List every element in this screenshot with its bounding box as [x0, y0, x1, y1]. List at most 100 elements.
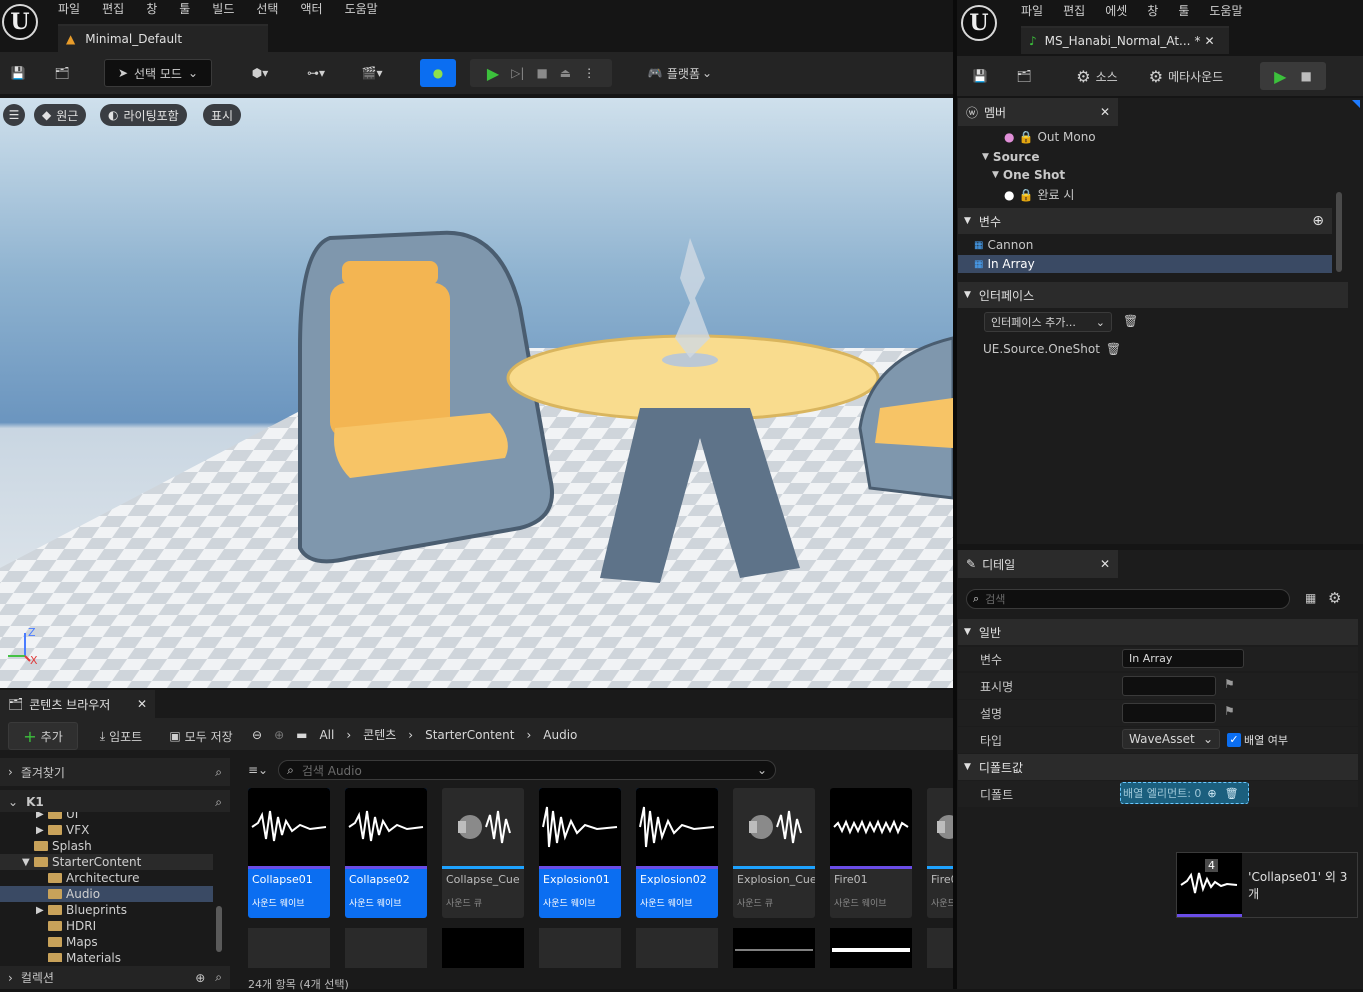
eject-icon[interactable]: ⏏: [560, 66, 571, 80]
search-icon[interactable]: ⌕: [215, 795, 222, 810]
menu-window[interactable]: 창: [1147, 2, 1158, 19]
breadcrumb-content[interactable]: 콘텐츠: [363, 726, 396, 743]
general-section-header[interactable]: ▼ 일반: [958, 619, 1358, 645]
breadcrumb-all[interactable]: All: [319, 728, 334, 742]
trash-icon[interactable]: 🗑: [1106, 342, 1121, 356]
menu-asset[interactable]: 에셋: [1105, 2, 1127, 19]
unreal-logo[interactable]: U: [961, 5, 997, 41]
folder-tree-item[interactable]: Splash: [0, 838, 213, 854]
add-element-icon[interactable]: ⊕: [1207, 787, 1216, 800]
history-forward-icon[interactable]: ⊕: [274, 728, 284, 742]
out-mono-row[interactable]: ● 🔒 Out Mono: [1004, 130, 1096, 144]
collections-header[interactable]: › 컬렉션 ⊕ ⌕: [0, 966, 230, 989]
variable-item-cannon[interactable]: ▦ Cannon: [958, 236, 1332, 254]
browse-button[interactable]: 🗂: [1010, 62, 1038, 90]
menu-file[interactable]: 파일: [1021, 2, 1043, 19]
folder-tree-item[interactable]: ▼ StarterContent: [0, 854, 213, 870]
flag-icon[interactable]: ⚑: [1224, 704, 1235, 718]
display-name-input[interactable]: [1122, 676, 1216, 696]
menu-tools[interactable]: 툴: [1178, 2, 1189, 19]
lighting-mode-button[interactable]: ◐ 라이팅포함: [100, 104, 187, 126]
asset-tile[interactable]: Explosion02 사운드 웨이브: [636, 788, 718, 918]
viewport-menu-button[interactable]: ☰: [3, 104, 25, 126]
asset-tile[interactable]: Explosion_Cue 사운드 큐: [733, 788, 815, 918]
description-input[interactable]: [1122, 703, 1216, 723]
chevron-down-icon[interactable]: ▼: [22, 857, 34, 868]
play-icon[interactable]: ▶: [487, 64, 499, 83]
tab-details[interactable]: ✎ 디테일 ✕: [958, 550, 1118, 578]
unreal-logo[interactable]: U: [2, 4, 38, 40]
interface-item[interactable]: UE.Source.OneShot 🗑: [983, 342, 1121, 356]
menu-window[interactable]: 창: [146, 0, 157, 17]
save-all-button[interactable]: ▣ 모두 저장: [164, 722, 238, 750]
menu-tools[interactable]: 툴: [179, 0, 190, 17]
import-button[interactable]: ⤓ 임포트: [90, 722, 152, 750]
folder-tree-item[interactable]: Maps: [0, 934, 213, 950]
asset-search-input[interactable]: ⌕ 검색 Audio ⌄: [278, 760, 777, 780]
step-icon[interactable]: ▷|: [511, 66, 524, 80]
search-icon[interactable]: ⌕: [215, 765, 222, 780]
array-elements-drop-target[interactable]: 배열 엘리먼트: 0 ⊕ 🗑: [1120, 782, 1249, 804]
source-row[interactable]: ▼ Source: [982, 150, 1040, 164]
details-search-input[interactable]: ⌕ 검색: [966, 589, 1290, 609]
menu-help[interactable]: 도움말: [1209, 2, 1242, 19]
search-icon[interactable]: ⌕: [215, 970, 222, 985]
browse-button[interactable]: 🗂: [48, 59, 76, 87]
asset-tile[interactable]: Fire01 사운드 웨이브: [830, 788, 912, 918]
variable-item-in-array[interactable]: ▦ In Array: [958, 255, 1332, 273]
level-viewport[interactable]: Z X: [0, 98, 953, 688]
asset-tile[interactable]: Collapse_Cue 사운드 큐: [442, 788, 524, 918]
folder-tree-item[interactable]: ▶ Blueprints: [0, 902, 213, 918]
table-view-icon[interactable]: ▦: [1305, 591, 1316, 605]
folder-tree-item[interactable]: Materials: [0, 950, 213, 962]
stop-icon[interactable]: ■: [1300, 69, 1311, 83]
variable-name-input[interactable]: In Array: [1122, 649, 1244, 668]
show-button[interactable]: 표시: [203, 104, 242, 126]
one-shot-row[interactable]: ▼ One Shot: [992, 168, 1065, 182]
folder-tree-item[interactable]: Architecture: [0, 870, 213, 886]
add-variable-icon[interactable]: ⊕: [1312, 213, 1324, 229]
flag-icon[interactable]: ⚑: [1224, 677, 1235, 691]
folder-tree-item[interactable]: HDRI: [0, 918, 213, 934]
menu-help[interactable]: 도움말: [345, 0, 378, 17]
menu-actor[interactable]: 액터: [300, 0, 322, 17]
platforms-dropdown[interactable]: 🎮 플랫폼 ⌄: [638, 59, 722, 87]
chevron-right-icon[interactable]: ▶: [36, 905, 48, 916]
save-button[interactable]: 💾: [4, 59, 32, 87]
perspective-button[interactable]: ◆ 원근: [34, 104, 87, 126]
tab-level-minimal-default[interactable]: ▲ Minimal_Default: [58, 24, 268, 52]
asset-tile[interactable]: Explosion01 사운드 웨이브: [539, 788, 621, 918]
is-array-checkbox[interactable]: ✓: [1227, 733, 1241, 747]
close-icon[interactable]: ✕: [137, 697, 147, 711]
close-icon[interactable]: ✕: [1205, 34, 1215, 48]
project-header[interactable]: ⌄ K1 ⌕: [0, 790, 230, 814]
on-finished-row[interactable]: ● 🔒 완료 시: [1004, 186, 1074, 203]
close-icon[interactable]: ✕: [1100, 557, 1110, 571]
menu-file[interactable]: 파일: [58, 0, 80, 17]
source-button[interactable]: ⚙ 소스: [1068, 62, 1126, 90]
add-interface-dropdown[interactable]: 인터페이스 추가... ⌄: [984, 312, 1112, 332]
members-scrollbar[interactable]: [1336, 192, 1342, 272]
metasound-button[interactable]: ⚙ 메타사운드: [1140, 62, 1232, 90]
blueprints-button[interactable]: ⊶▾: [296, 59, 336, 87]
tab-content-browser[interactable]: 🗂 콘텐츠 브라우저 ✕: [0, 690, 155, 718]
close-icon[interactable]: ✕: [1100, 105, 1110, 119]
menu-build[interactable]: 빌드: [212, 0, 234, 17]
breadcrumb-startercontent[interactable]: StarterContent: [425, 728, 514, 742]
add-actor-button[interactable]: ⬢▾: [240, 59, 280, 87]
history-back-icon[interactable]: ⊖: [252, 728, 262, 742]
trash-icon[interactable]: 🗑: [1225, 787, 1239, 800]
filter-icon[interactable]: ≡⌄: [248, 763, 268, 777]
select-mode-dropdown[interactable]: ➤ 선택 모드 ⌄: [104, 59, 212, 87]
menu-edit[interactable]: 편집: [102, 0, 124, 17]
android-platform-button[interactable]: ●: [420, 59, 456, 87]
menu-edit[interactable]: 편집: [1063, 2, 1085, 19]
add-collection-icon[interactable]: ⊕: [195, 971, 205, 985]
breadcrumb-audio[interactable]: Audio: [543, 728, 577, 742]
tab-metasound-asset[interactable]: ♪ MS_Hanabi_Normal_At... * ✕: [1021, 26, 1229, 54]
chevron-right-icon[interactable]: ▶: [36, 812, 48, 820]
more-options-icon[interactable]: ⋮: [583, 66, 595, 80]
trash-icon[interactable]: 🗑: [1123, 314, 1138, 328]
variables-header[interactable]: ▼ 변수 ⊕: [958, 208, 1332, 234]
asset-tile[interactable]: Collapse01 사운드 웨이브: [248, 788, 330, 918]
